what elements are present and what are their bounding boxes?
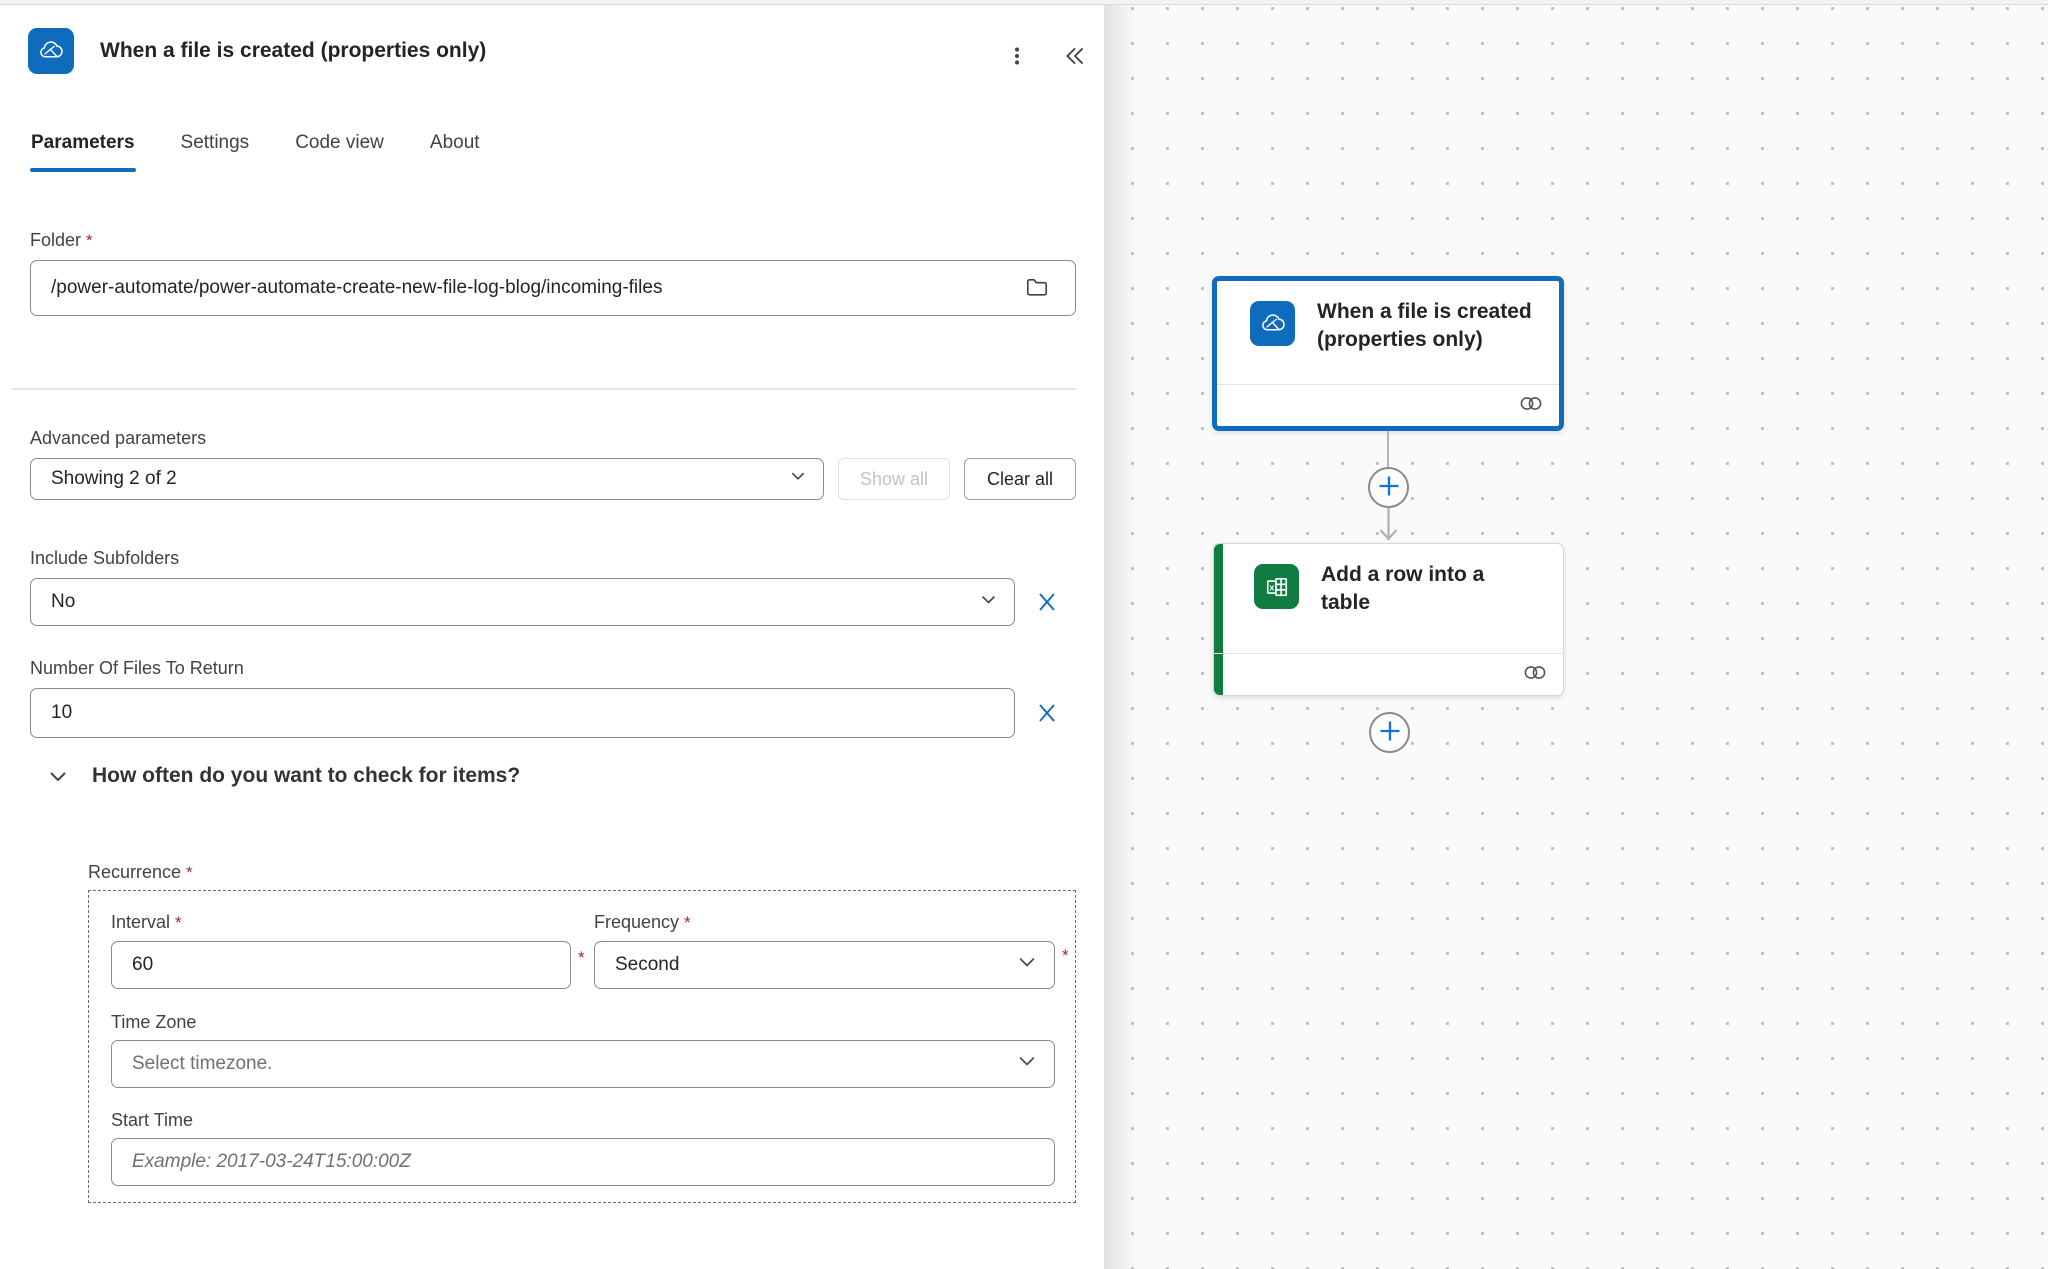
start-time-input[interactable] (111, 1138, 1055, 1186)
chevron-down-icon (1016, 1050, 1038, 1078)
onedrive-icon (1250, 301, 1295, 346)
remove-include-subfolders-button[interactable] (1032, 588, 1062, 618)
timezone-label: Time Zone (111, 1012, 196, 1033)
connection-link-icon (1523, 665, 1547, 685)
recurrence-label: Recurrence* (88, 862, 193, 883)
folder-input[interactable] (30, 260, 1076, 316)
panel-header: When a file is created (properties only) (28, 28, 486, 74)
svg-text:x: x (1269, 582, 1275, 592)
panel-title: When a file is created (properties only) (100, 39, 486, 63)
add-action-button[interactable] (1369, 712, 1410, 753)
interval-label: Interval* (111, 912, 182, 933)
required-asterisk: * (175, 913, 182, 932)
action-card-body: x Add a row into a table (1214, 544, 1563, 617)
plus-icon (1378, 719, 1402, 746)
how-often-heading: How often do you want to check for items… (92, 764, 520, 788)
frequency-label: Frequency* (594, 912, 691, 933)
connection-link-icon (1519, 396, 1543, 416)
frequency-dropdown[interactable]: Second (594, 941, 1055, 989)
panel-tabs: Parameters Settings Code view About (30, 128, 481, 172)
connector-arrow (1374, 508, 1403, 542)
timezone-placeholder: Select timezone. (132, 1053, 1016, 1075)
advanced-parameters-dropdown[interactable]: Showing 2 of 2 (30, 458, 824, 500)
start-time-label: Start Time (111, 1110, 193, 1131)
chevron-down-icon (789, 467, 807, 491)
chevron-down-icon (979, 590, 998, 615)
interval-input[interactable] (111, 941, 571, 989)
required-asterisk: * (1062, 946, 1069, 966)
onedrive-icon (28, 28, 74, 74)
action-card[interactable]: x Add a row into a table (1213, 543, 1564, 696)
number-of-files-label: Number Of Files To Return (30, 658, 244, 679)
trigger-card-title: When a file is created (properties only) (1317, 298, 1539, 354)
tab-about[interactable]: About (429, 128, 481, 172)
panel-header-actions (998, 38, 1094, 76)
required-asterisk: * (684, 913, 691, 932)
trigger-card[interactable]: When a file is created (properties only) (1212, 276, 1564, 431)
excel-icon: x (1254, 564, 1299, 609)
number-of-files-input[interactable] (30, 688, 1015, 738)
tab-settings[interactable]: Settings (180, 128, 251, 172)
power-automate-designer: When a file is created (properties only) (0, 0, 2048, 1269)
chevron-down-icon (46, 764, 70, 788)
action-card-footer (1214, 653, 1563, 695)
frequency-value: Second (615, 954, 1016, 976)
double-chevron-left-icon (1062, 43, 1088, 72)
timezone-dropdown[interactable]: Select timezone. (111, 1040, 1055, 1088)
required-asterisk: * (578, 948, 585, 968)
dismiss-x-icon (1035, 701, 1059, 728)
include-subfolders-value: No (51, 591, 979, 613)
flow-canvas: When a file is created (properties only) (1104, 0, 2048, 1269)
connector-line (1387, 431, 1389, 467)
collapse-panel-button[interactable] (1056, 38, 1094, 76)
action-card-title: Add a row into a table (1321, 561, 1536, 617)
folder-label: Folder* (30, 230, 93, 251)
include-subfolders-dropdown[interactable]: No (30, 578, 1015, 626)
insert-step-button[interactable] (1368, 467, 1409, 508)
plus-icon (1377, 474, 1401, 501)
remove-number-of-files-button[interactable] (1032, 699, 1062, 729)
more-options-button[interactable] (998, 38, 1036, 76)
folder-icon (1024, 274, 1050, 303)
chevron-down-icon (1016, 951, 1038, 979)
top-edge-strip (0, 0, 2048, 5)
how-often-collapse-toggle[interactable]: How often do you want to check for items… (46, 764, 520, 788)
dismiss-x-icon (1035, 590, 1059, 617)
include-subfolders-label: Include Subfolders (30, 548, 179, 569)
required-asterisk: * (86, 231, 93, 250)
tab-parameters[interactable]: Parameters (30, 128, 136, 172)
tab-code-view[interactable]: Code view (294, 128, 385, 172)
trigger-card-body: When a file is created (properties only) (1217, 281, 1559, 354)
trigger-config-panel: When a file is created (properties only) (0, 0, 1104, 1269)
advanced-parameters-label: Advanced parameters (30, 428, 206, 449)
advanced-parameters-selected: Showing 2 of 2 (51, 468, 789, 490)
section-divider (12, 388, 1076, 390)
folder-picker-button[interactable] (1022, 273, 1052, 303)
clear-all-button[interactable]: Clear all (964, 458, 1076, 500)
three-dot-menu-icon (1007, 46, 1027, 69)
required-asterisk: * (186, 863, 193, 882)
trigger-card-footer (1217, 384, 1559, 426)
show-all-button[interactable]: Show all (838, 458, 950, 500)
